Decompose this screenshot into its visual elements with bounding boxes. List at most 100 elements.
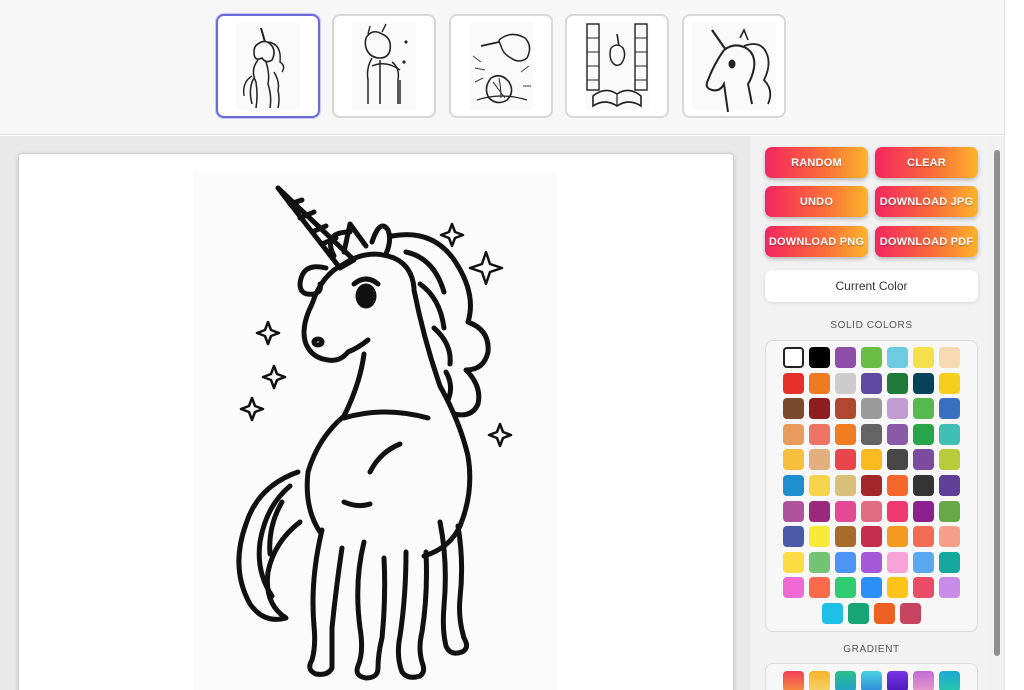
color-swatch[interactable] — [861, 347, 882, 368]
gradient-swatch[interactable] — [809, 671, 830, 690]
color-swatch[interactable] — [874, 603, 895, 624]
undo-button[interactable]: UNDO — [765, 186, 868, 217]
color-swatch[interactable] — [861, 372, 882, 394]
color-swatch[interactable] — [861, 398, 882, 420]
color-swatch[interactable] — [809, 475, 830, 496]
color-swatch[interactable] — [835, 347, 856, 368]
color-swatch[interactable] — [939, 526, 960, 548]
clear-button[interactable]: CLEAR — [875, 147, 978, 178]
color-swatch[interactable] — [913, 577, 934, 599]
color-swatch[interactable] — [887, 551, 908, 573]
color-swatch[interactable] — [913, 500, 934, 522]
gradient-swatch[interactable] — [887, 671, 908, 690]
color-swatch[interactable] — [783, 372, 804, 394]
sidebar-scrollbar[interactable] — [990, 136, 1004, 690]
color-swatch[interactable] — [809, 526, 830, 548]
color-swatch[interactable] — [887, 398, 908, 420]
color-swatch[interactable] — [809, 551, 830, 573]
page-scrollbar[interactable] — [1004, 0, 1024, 690]
color-swatch[interactable] — [809, 500, 830, 522]
random-button[interactable]: RANDOM — [765, 147, 868, 178]
color-swatch[interactable] — [913, 347, 934, 368]
color-swatch[interactable] — [809, 423, 830, 445]
gradient-swatch[interactable] — [913, 671, 934, 690]
color-swatch[interactable] — [939, 577, 960, 599]
color-swatch[interactable] — [809, 347, 830, 368]
color-swatch[interactable] — [783, 398, 804, 420]
color-swatch[interactable] — [835, 449, 856, 471]
color-swatch[interactable] — [939, 372, 960, 394]
color-swatch[interactable] — [913, 449, 934, 471]
color-swatch[interactable] — [848, 603, 869, 624]
color-swatch[interactable] — [783, 449, 804, 471]
color-swatch[interactable] — [835, 398, 856, 420]
unicorn-drawing[interactable] — [194, 172, 557, 690]
color-swatch[interactable] — [887, 475, 908, 496]
color-swatch[interactable] — [835, 372, 856, 394]
color-swatch[interactable] — [861, 526, 882, 548]
color-swatch[interactable] — [939, 398, 960, 420]
color-swatch[interactable] — [913, 398, 934, 420]
thumbnail-unicorn-reading-book[interactable] — [565, 14, 669, 118]
color-swatch[interactable] — [861, 475, 882, 496]
color-swatch[interactable] — [861, 449, 882, 471]
thumbnail-unicorn-head-portrait[interactable] — [682, 14, 786, 118]
unicorn-line-art-icon — [236, 185, 513, 681]
color-swatch[interactable] — [939, 347, 960, 368]
color-swatch[interactable] — [822, 603, 843, 624]
color-swatch[interactable] — [835, 551, 856, 573]
color-swatch[interactable] — [861, 423, 882, 445]
color-swatch[interactable] — [913, 372, 934, 394]
color-swatch[interactable] — [783, 423, 804, 445]
control-sidebar: RANDOM CLEAR UNDO DOWNLOAD JPG DOWNLOAD … — [750, 136, 990, 690]
color-swatch[interactable] — [861, 500, 882, 522]
color-swatch[interactable] — [809, 449, 830, 471]
color-swatch[interactable] — [939, 423, 960, 445]
thumbnail-baby-pony[interactable] — [332, 14, 436, 118]
color-swatch[interactable] — [939, 449, 960, 471]
color-swatch[interactable] — [913, 475, 934, 496]
coloring-canvas[interactable] — [18, 153, 734, 690]
color-swatch[interactable] — [939, 500, 960, 522]
gradient-swatch[interactable] — [835, 671, 856, 690]
color-swatch[interactable] — [861, 577, 882, 599]
color-swatch[interactable] — [887, 372, 908, 394]
color-swatch[interactable] — [887, 526, 908, 548]
download-pdf-button[interactable]: DOWNLOAD PDF — [875, 226, 978, 257]
color-swatch[interactable] — [809, 398, 830, 420]
color-swatch[interactable] — [887, 423, 908, 445]
color-swatch[interactable] — [783, 526, 804, 548]
color-swatch[interactable] — [887, 577, 908, 599]
gradient-swatch[interactable] — [861, 671, 882, 690]
color-swatch[interactable] — [913, 423, 934, 445]
color-swatch[interactable] — [835, 500, 856, 522]
color-swatch[interactable] — [913, 551, 934, 573]
color-swatch[interactable] — [939, 551, 960, 573]
color-swatch[interactable] — [809, 372, 830, 394]
sidebar-scroll-thumb[interactable] — [994, 150, 1000, 656]
gradient-swatch[interactable] — [939, 671, 960, 690]
color-swatch[interactable] — [835, 577, 856, 599]
color-swatch[interactable] — [887, 449, 908, 471]
color-swatch[interactable] — [861, 551, 882, 573]
color-swatch[interactable] — [900, 603, 921, 624]
color-swatch[interactable] — [809, 577, 830, 599]
color-swatch[interactable] — [913, 526, 934, 548]
color-swatch[interactable] — [887, 347, 908, 368]
color-swatch[interactable] — [887, 500, 908, 522]
color-swatch[interactable] — [783, 500, 804, 522]
thumbnail-standing-unicorn[interactable] — [216, 14, 320, 118]
color-swatch[interactable] — [835, 423, 856, 445]
color-swatch[interactable] — [783, 551, 804, 573]
download-jpg-button[interactable]: DOWNLOAD JPG — [875, 186, 978, 217]
color-swatch[interactable] — [783, 577, 804, 599]
color-swatch[interactable] — [835, 475, 856, 496]
download-png-button[interactable]: DOWNLOAD PNG — [765, 226, 868, 257]
color-swatch[interactable] — [783, 475, 804, 496]
color-swatch[interactable] — [939, 475, 960, 496]
color-swatch[interactable] — [783, 347, 804, 368]
color-swatch[interactable] — [835, 526, 856, 548]
gradient-palette — [765, 663, 978, 690]
thumbnail-unicorn-with-shell[interactable] — [449, 14, 553, 118]
gradient-swatch[interactable] — [783, 671, 804, 690]
